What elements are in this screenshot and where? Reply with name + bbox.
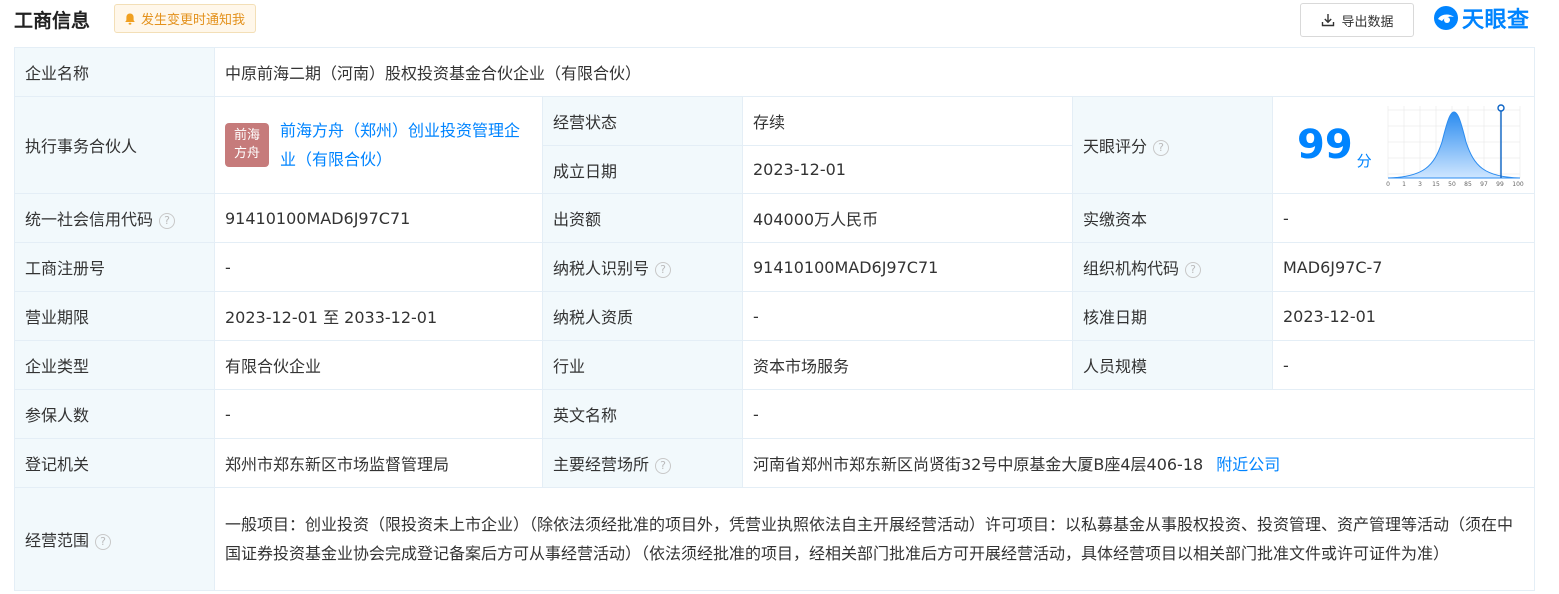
insured-value: - — [214, 389, 543, 439]
company-name-label: 企业名称 — [14, 47, 215, 97]
authority-value: 郑州市郑东新区市场监督管理局 — [214, 438, 543, 488]
bell-icon — [125, 13, 135, 25]
industry-value: 资本市场服务 — [742, 340, 1073, 390]
score-axis-tick-label: 15 — [1432, 181, 1440, 188]
staff-value: - — [1271, 340, 1536, 390]
notify-change-button[interactable]: 发生变更时通知我 — [114, 4, 257, 33]
score-axis-tick-label: 100 — [1512, 181, 1524, 188]
help-icon[interactable]: ? — [159, 213, 176, 229]
partner-logo-line2: 方舟 — [233, 146, 260, 161]
scope-value: 一般项目：创业投资（限投资未上市企业）（除依法须经批准的项目外，凭营业执照依法自… — [213, 487, 1536, 591]
score-axis-tick-label: 99 — [1496, 181, 1504, 188]
download-icon — [1322, 14, 1335, 27]
address-value: 河南省郑州市郑东新区尚贤街32号中原基金大厦B座4层406-18 — [753, 455, 1204, 474]
address-label-cell: 主要经营场所? — [542, 438, 743, 488]
brand-name: 天眼查 — [1462, 8, 1530, 33]
section-title: 工商信息 — [14, 10, 91, 32]
score-axis-tick-label: 0 — [1386, 181, 1390, 188]
eng-name-label: 英文名称 — [542, 389, 743, 439]
tax-id-label: 纳税人识别号 — [553, 259, 650, 278]
scope-label: 经营范围 — [25, 531, 90, 550]
score-axis-tick-label: 85 — [1464, 181, 1472, 188]
business-info-table: 企业名称 中原前海二期（河南）股权投资基金合伙企业（有限合伙） 执行事务合伙人 … — [14, 47, 1536, 591]
partner-logo-line1: 前海 — [233, 128, 260, 143]
table-row: 统一社会信用代码? 91410100MAD6J97C71 出资额 404000万… — [14, 193, 1536, 243]
org-code-value: MAD6J97C-7 — [1271, 242, 1536, 292]
org-code-label: 组织机构代码 — [1083, 259, 1180, 278]
table-row: 参保人数 - 英文名称 - — [14, 389, 1536, 439]
credit-code-label-cell: 统一社会信用代码? — [14, 193, 215, 243]
authority-label: 登记机关 — [14, 438, 215, 488]
industry-label: 行业 — [542, 340, 743, 390]
tax-qual-value: - — [742, 291, 1073, 341]
approve-date-value: 2023-12-01 — [1271, 291, 1536, 341]
score-axis-tick-label: 50 — [1448, 181, 1456, 188]
partner-cell: 前海 方舟 前海方舟（郑州）创业投资管理企业（有限合伙） — [214, 96, 543, 194]
tianyancha-logo-icon — [1434, 6, 1458, 30]
credit-code-label: 统一社会信用代码 — [25, 210, 154, 229]
address-cell: 河南省郑州市郑东新区尚贤街32号中原基金大厦B座4层406-18 附近公司 — [741, 438, 1536, 488]
help-icon[interactable]: ? — [95, 534, 112, 550]
term-value: 2023-12-01 至 2033-12-01 — [214, 291, 543, 341]
org-code-label-cell: 组织机构代码? — [1072, 242, 1273, 292]
company-name-value: 中原前海二期（河南）股权投资基金合伙企业（有限合伙） — [213, 47, 1536, 97]
partner-link[interactable]: 前海方舟（郑州）创业投资管理企业（有限合伙） — [280, 116, 532, 174]
reg-no-value: - — [214, 242, 543, 292]
help-icon[interactable]: ? — [655, 262, 672, 278]
insured-label: 参保人数 — [14, 389, 215, 439]
paid-capital-value: - — [1271, 193, 1536, 243]
credit-code-value: 91410100MAD6J97C71 — [214, 193, 543, 243]
score-axis-tick-label: 1 — [1402, 181, 1406, 188]
score-value: 99 — [1297, 122, 1353, 168]
table-row: 工商注册号 - 纳税人识别号? 91410100MAD6J97C71 组织机构代… — [14, 242, 1536, 292]
table-row: 经营范围? 一般项目：创业投资（限投资未上市企业）（除依法须经批准的项目外，凭营… — [14, 487, 1536, 591]
paid-capital-label: 实缴资本 — [1072, 193, 1273, 243]
help-icon[interactable]: ? — [1185, 262, 1202, 278]
partner-label: 执行事务合伙人 — [14, 96, 215, 194]
staff-label: 人员规模 — [1072, 340, 1273, 390]
table-row: 执行事务合伙人 前海 方舟 前海方舟（郑州）创业投资管理企业（有限合伙） 经营状… — [14, 96, 1536, 194]
score-axis-tick-label: 97 — [1480, 181, 1488, 188]
tax-id-label-cell: 纳税人识别号? — [542, 242, 743, 292]
export-data-label: 导出数据 — [1341, 14, 1394, 30]
table-row: 企业名称 中原前海二期（河南）股权投资基金合伙企业（有限合伙） — [14, 47, 1536, 97]
eng-name-value: - — [741, 389, 1536, 439]
address-label: 主要经营场所 — [553, 455, 650, 474]
score-label: 天眼评分 — [1083, 137, 1148, 156]
tax-qual-label: 纳税人资质 — [542, 291, 743, 341]
type-value: 有限合伙企业 — [214, 340, 543, 390]
table-row: 登记机关 郑州市郑东新区市场监督管理局 主要经营场所? 河南省郑州市郑东新区尚贤… — [14, 438, 1536, 488]
table-row: 企业类型 有限合伙企业 行业 资本市场服务 人员规模 - — [14, 340, 1536, 390]
established-value: 2023-12-01 — [742, 145, 1073, 194]
type-label: 企业类型 — [14, 340, 215, 390]
help-icon[interactable]: ? — [655, 458, 672, 474]
score-unit: 分 — [1356, 152, 1372, 170]
table-row: 营业期限 2023-12-01 至 2033-12-01 纳税人资质 - 核准日… — [14, 291, 1536, 341]
capital-value: 404000万人民币 — [742, 193, 1073, 243]
export-data-button[interactable]: 导出数据 — [1300, 3, 1414, 37]
reg-no-label: 工商注册号 — [14, 242, 215, 292]
term-label: 营业期限 — [14, 291, 215, 341]
score-cell[interactable]: 99 分 0 1 3 15 50 85 97 99 100 — [1271, 96, 1536, 194]
nearby-companies-link[interactable]: 附近公司 — [1216, 455, 1280, 474]
tax-id-value: 91410100MAD6J97C71 — [742, 242, 1073, 292]
scope-label-cell: 经营范围? — [14, 487, 215, 591]
score-axis-tick-label: 3 — [1418, 181, 1422, 188]
help-icon[interactable]: ? — [1153, 140, 1170, 156]
approve-date-label: 核准日期 — [1072, 291, 1273, 341]
capital-label: 出资额 — [542, 193, 743, 243]
score-distribution-chart: 0 1 3 15 50 85 97 99 100 — [1386, 104, 1524, 188]
score-label-cell: 天眼评分? — [1072, 96, 1273, 194]
established-label: 成立日期 — [542, 145, 743, 194]
status-value: 存续 — [742, 96, 1073, 146]
section-header: 工商信息 发生变更时通知我 导出数据 天眼查 — [0, 0, 1559, 44]
partner-logo[interactable]: 前海 方舟 — [225, 123, 269, 167]
score-marker-dot — [1497, 104, 1505, 112]
status-label: 经营状态 — [542, 96, 743, 146]
brand-logo: 天眼查 — [1433, 3, 1530, 33]
notify-change-label: 发生变更时通知我 — [141, 13, 246, 28]
